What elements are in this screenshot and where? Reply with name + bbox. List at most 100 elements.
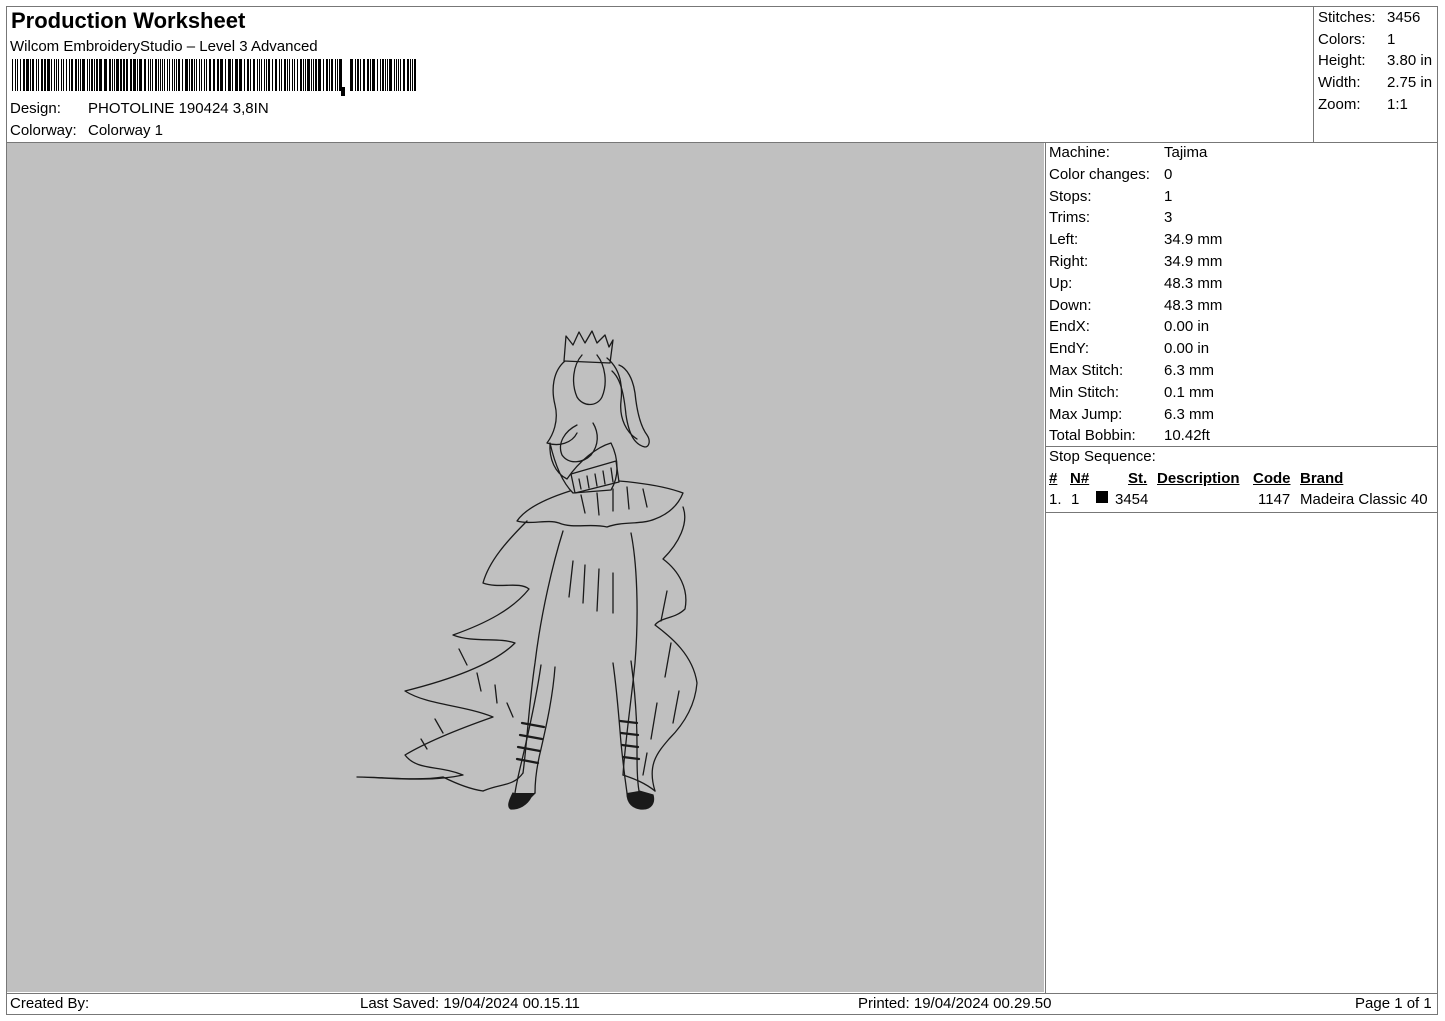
machine-info-value: 6.3 mm xyxy=(1164,361,1215,379)
barcode-bar xyxy=(126,59,128,91)
barcode-bar xyxy=(137,59,138,91)
barcode-bar xyxy=(275,59,277,91)
barcode-bar xyxy=(281,59,282,91)
col-header-brand: Brand xyxy=(1300,470,1344,487)
barcode-bar xyxy=(232,59,233,91)
barcode-bar xyxy=(116,59,119,91)
barcode-bar xyxy=(305,59,306,91)
machine-info-row: Right: 34.9 mm xyxy=(1049,251,1222,273)
design-row: Design: PHOTOLINE 190424 3,8IN xyxy=(10,100,269,118)
summary-label: Zoom: xyxy=(1318,95,1361,113)
barcode-bar xyxy=(331,59,333,91)
barcode-bar xyxy=(191,59,193,91)
barcode-bar xyxy=(297,59,298,91)
barcode-bar xyxy=(196,59,197,91)
barcode-bar xyxy=(268,59,270,91)
barcode-bar xyxy=(337,59,338,91)
barcode-bar xyxy=(114,59,115,91)
barcode-bar xyxy=(410,59,411,91)
barcode-bar xyxy=(199,59,200,91)
skirt-left-ruffles xyxy=(356,520,530,792)
barcode-bar xyxy=(228,59,231,91)
barcode-bar xyxy=(96,59,98,91)
machine-info-label: Max Stitch: xyxy=(1049,361,1124,379)
barcode-bar xyxy=(250,59,251,91)
hair-outline xyxy=(546,357,638,446)
design-value: PHOTOLINE 190424 3,8IN xyxy=(88,100,269,117)
barcode-bar xyxy=(71,59,73,91)
machine-info-row: Down: 48.3 mm xyxy=(1049,295,1222,317)
machine-info-label: Down: xyxy=(1049,296,1092,314)
barcode-bar xyxy=(363,59,365,91)
barcode-bar xyxy=(206,59,207,91)
seq-row-stitches: 3454 xyxy=(1115,491,1149,508)
barcode-bar xyxy=(287,59,288,91)
summary-label: Width: xyxy=(1318,74,1361,92)
machine-info-value: 3 xyxy=(1164,209,1173,227)
barcode-bar xyxy=(78,59,79,91)
machine-info-label: Max Jump: xyxy=(1049,405,1123,423)
barcode-bar xyxy=(144,59,146,91)
barcode-bar xyxy=(32,59,34,91)
barcode-bar xyxy=(82,59,85,91)
footer-created-by: Created By: xyxy=(10,995,90,1012)
barcode-bar xyxy=(253,59,255,91)
barcode-bar xyxy=(182,59,183,91)
barcode-bar xyxy=(80,59,81,91)
barcode-bar xyxy=(284,59,286,91)
barcode-bar xyxy=(300,59,302,91)
summary-label: Height: xyxy=(1318,52,1366,70)
barcode-bar xyxy=(318,59,321,91)
seq-row-needle: 1 xyxy=(1071,491,1080,508)
colorway-label: Colorway: xyxy=(10,122,77,139)
skirt-fold-lines xyxy=(420,560,680,776)
barcode-bar xyxy=(194,59,195,91)
left-leg-stripes xyxy=(515,721,546,765)
barcode-separator xyxy=(341,87,345,96)
machine-info: Machine: Tajima Color changes: 0 Stops: 1 T… xyxy=(1049,142,1222,447)
seq-row-num: 1. xyxy=(1049,491,1062,508)
left-leg-outline xyxy=(514,664,556,794)
barcode-bar xyxy=(360,59,361,91)
machine-info-value: 6.3 mm xyxy=(1164,405,1215,423)
summary-value: 1:1 xyxy=(1387,95,1408,113)
machine-info-value: 34.9 mm xyxy=(1164,252,1223,270)
stop-sequence-label: Stop Sequence: xyxy=(1049,448,1156,465)
col-header-code: Code xyxy=(1253,470,1291,487)
barcode-bar xyxy=(266,59,267,91)
summary-label: Colors: xyxy=(1318,30,1366,48)
skirt-right-ruffles xyxy=(651,506,698,792)
col-header-num: # xyxy=(1049,470,1058,487)
machine-info-value: 48.3 mm xyxy=(1164,274,1223,292)
barcode-bar xyxy=(382,59,384,91)
summary-value: 3456 xyxy=(1387,9,1421,26)
barcode-bar xyxy=(264,59,265,91)
barcode-bar xyxy=(51,59,52,91)
barcode-bar xyxy=(339,59,342,91)
machine-info-label: Color changes: xyxy=(1049,165,1150,183)
barcode-bar xyxy=(69,59,70,91)
barcode-bar xyxy=(148,59,149,91)
barcode-bar xyxy=(355,59,356,91)
design-summary: Stitches: 3456 Colors: 1 Height: 3.80 in Wi… xyxy=(1318,7,1432,116)
barcode-bar xyxy=(394,59,395,91)
barcode-bar xyxy=(36,59,37,91)
seq-row-brand: Madeira Classic 40 xyxy=(1300,491,1428,508)
machine-info-row: Left: 34.9 mm xyxy=(1049,229,1222,251)
barcode-bar xyxy=(30,59,31,91)
barcode-bar xyxy=(23,59,25,91)
barcode-bar xyxy=(20,59,21,91)
barcode-bar xyxy=(169,59,170,91)
machine-info-row: Trims: 3 xyxy=(1049,207,1222,229)
machine-info-label: Up: xyxy=(1049,274,1073,292)
barcode-bar xyxy=(217,59,219,91)
barcode-bar xyxy=(120,59,122,91)
barcode-bar xyxy=(167,59,168,91)
summary-label: Stitches: xyxy=(1318,9,1376,26)
right-leg-outline xyxy=(612,660,640,794)
left-shoe xyxy=(508,792,536,810)
seq-row-code: 1147 xyxy=(1258,491,1291,508)
barcode-bar xyxy=(303,59,304,91)
barcode-bar xyxy=(164,59,165,91)
barcode-bar xyxy=(307,59,310,91)
